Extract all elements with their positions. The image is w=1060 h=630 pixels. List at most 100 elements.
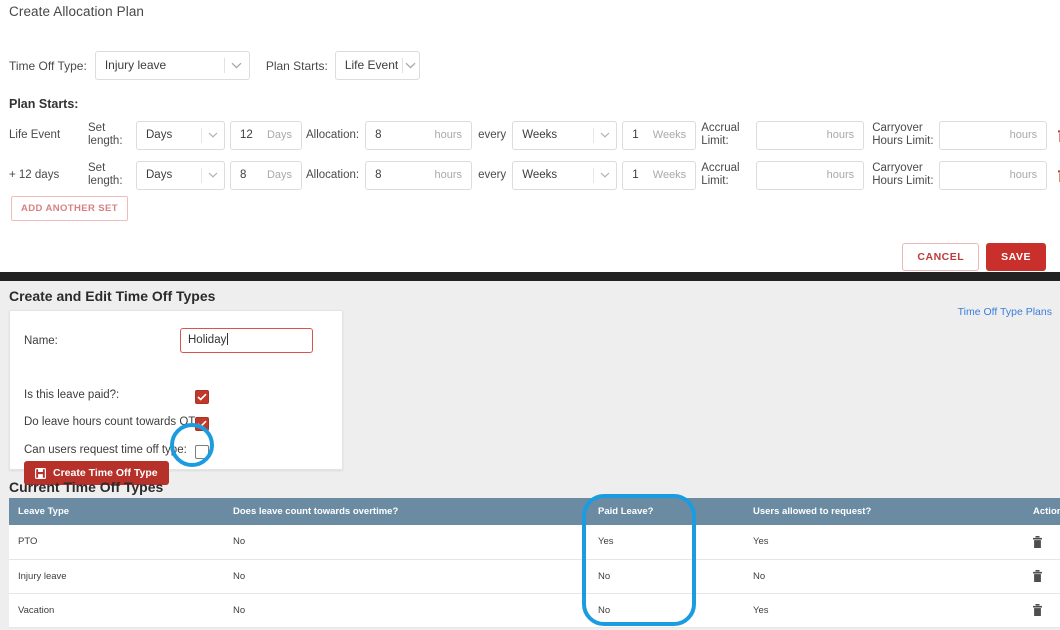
cell-overtime: No [224, 593, 589, 628]
paid-label: Is this leave paid?: [24, 389, 120, 401]
cell-leave-type: Vacation [9, 593, 224, 628]
row-actions [1033, 570, 1060, 582]
carryover-placeholder: hours [1009, 129, 1038, 141]
cell-actions [1024, 559, 1060, 594]
name-input-value: Holiday [188, 334, 227, 346]
cancel-button[interactable]: CANCEL [902, 243, 980, 271]
allocation-input[interactable]: 8 hours [365, 160, 473, 190]
create-time-off-type-card: Name: Holiday Is this leave paid?: Do le… [9, 310, 343, 485]
page-title: Create Allocation Plan [9, 4, 145, 19]
period-unit-select[interactable]: Weeks [512, 160, 618, 190]
chevron-down-icon[interactable] [594, 132, 616, 138]
allocation-label: Allocation: [306, 168, 360, 181]
create-allocation-plan-panel: Create Allocation Plan Time Off Type: In… [0, 0, 1060, 272]
save-button[interactable]: SAVE [986, 243, 1046, 271]
allocation-unit: hours [434, 169, 463, 181]
accrual-limit-label: Accrual Limit: [701, 162, 740, 187]
table-header: Leave Type Does leave count towards over… [9, 498, 1060, 525]
plan-starts-value: Life Event [344, 58, 399, 72]
plan-starts-select[interactable]: Life Event [334, 51, 420, 80]
name-label: Name: [24, 335, 58, 347]
carryover-hours-limit-input[interactable]: hours [939, 120, 1048, 150]
chevron-down-icon[interactable] [403, 62, 419, 69]
set-length-unit-value: Days [146, 129, 173, 141]
table-row: Injury leave No No No [9, 559, 1060, 594]
allocation-row: + 12 days Set length: Days 8 Days Alloca… [0, 155, 1060, 195]
app-page: Create Allocation Plan Time Off Type: In… [0, 0, 1060, 630]
carryover-placeholder: hours [1009, 169, 1038, 181]
time-off-type-value: Injury leave [104, 58, 167, 72]
period-number: 1 [632, 129, 639, 141]
period-unit-suffix: Weeks [652, 169, 687, 181]
text-caret [227, 333, 229, 345]
set-length-unit-value: Days [146, 169, 173, 181]
column-overtime: Does leave count towards overtime? [224, 498, 589, 525]
cell-requestable: Yes [744, 525, 1024, 560]
row-actions [1033, 535, 1060, 548]
column-users-allowed: Users allowed to request? [744, 498, 1024, 525]
set-length-unit-suffix: Days [266, 169, 292, 181]
carryover-hours-limit-input[interactable]: hours [939, 160, 1048, 190]
delete-icon[interactable] [1033, 570, 1042, 582]
cell-overtime: No [224, 559, 589, 594]
delete-icon[interactable] [1033, 604, 1042, 616]
time-off-types-panel: Create and Edit Time Off Types Time Off … [0, 281, 1060, 630]
accrual-limit-input[interactable]: hours [756, 120, 865, 150]
allocation-unit: hours [434, 129, 463, 141]
form-actions: CANCEL SAVE [902, 243, 1046, 271]
panel-separator [0, 272, 1060, 281]
carryover-hours-limit-label: Carryover Hours Limit: [872, 122, 934, 147]
set-length-value-input[interactable]: 8 Days [230, 160, 302, 190]
period-unit-suffix: Weeks [652, 129, 687, 141]
chevron-down-icon[interactable] [594, 172, 616, 178]
allocation-row: Life Event Set length: Days 12 Days Allo… [0, 115, 1060, 155]
row-start-label: + 12 days [9, 169, 60, 181]
add-another-set-button[interactable]: ADD ANOTHER SET [11, 196, 128, 221]
time-off-type-label: Time Off Type: [9, 58, 87, 73]
save-disk-icon [35, 467, 46, 479]
plan-starts-heading: Plan Starts: [9, 97, 79, 111]
accrual-limit-input[interactable]: hours [756, 160, 865, 190]
period-unit-value: Weeks [522, 169, 558, 181]
period-number: 1 [632, 169, 639, 181]
set-length-unit-select[interactable]: Days [136, 160, 225, 190]
accrual-limit-placeholder: hours [826, 129, 855, 141]
chevron-down-icon[interactable] [202, 132, 224, 138]
cell-leave-type: PTO [9, 525, 224, 560]
cell-actions [1024, 525, 1060, 560]
carryover-hours-limit-label: Carryover Hours Limit: [872, 162, 934, 187]
time-off-type-plans-link[interactable]: Time Off Type Plans [958, 306, 1052, 318]
allocation-number: 8 [375, 129, 382, 141]
column-paid-leave: Paid Leave? [589, 498, 744, 525]
set-length-unit-suffix: Days [266, 129, 292, 141]
allocation-input[interactable]: 8 hours [365, 120, 473, 150]
cell-leave-type: Injury leave [9, 559, 224, 594]
cell-requestable: No [744, 559, 1024, 594]
cell-paid: No [589, 559, 744, 594]
every-label: every [478, 168, 507, 181]
period-value-input[interactable]: 1 Weeks [622, 120, 697, 150]
can-request-label: Can users request time off type: [24, 444, 187, 456]
table-body: PTO No Yes Yes Injury leave No No No Vac… [9, 525, 1060, 628]
paid-checkbox[interactable] [195, 390, 209, 404]
cell-paid: No [589, 593, 744, 628]
period-unit-select[interactable]: Weeks [512, 120, 618, 150]
allocation-number: 8 [375, 169, 382, 181]
set-length-value-input[interactable]: 12 Days [230, 120, 302, 150]
chevron-down-icon[interactable] [202, 172, 224, 178]
set-length-unit-select[interactable]: Days [136, 120, 225, 150]
overtime-label: Do leave hours count towards OT: [24, 416, 198, 428]
chevron-down-icon[interactable] [225, 62, 249, 69]
column-leave-type: Leave Type [9, 498, 224, 525]
time-off-type-select[interactable]: Injury leave [94, 51, 250, 80]
cell-requestable: Yes [744, 593, 1024, 628]
name-row: Name: [24, 335, 58, 347]
paid-row: Is this leave paid?: [24, 389, 119, 401]
delete-icon[interactable] [1033, 535, 1042, 548]
name-input[interactable]: Holiday [180, 328, 313, 353]
period-value-input[interactable]: 1 Weeks [622, 160, 697, 190]
check-icon [197, 393, 207, 401]
can-request-row: Can users request time off type: [24, 444, 187, 456]
can-request-checkbox[interactable] [195, 445, 209, 459]
overtime-checkbox[interactable] [195, 417, 209, 431]
